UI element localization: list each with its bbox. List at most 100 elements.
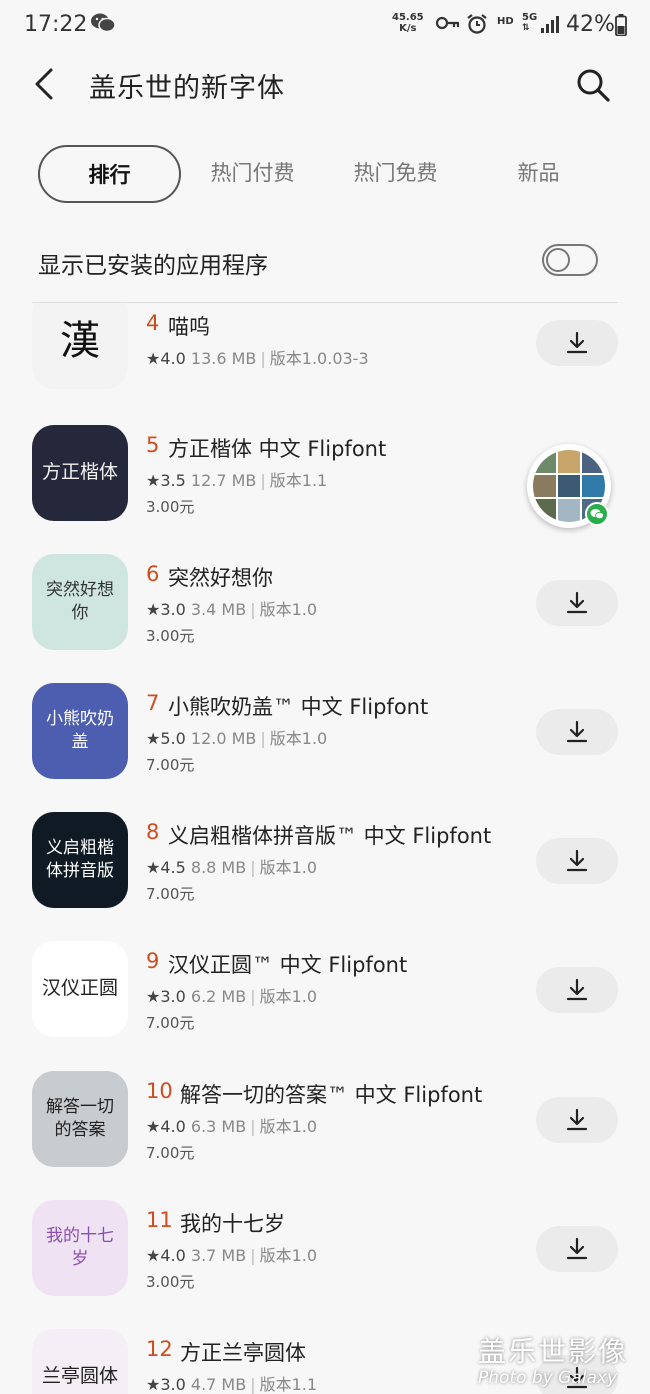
download-button[interactable] [536, 967, 618, 1013]
watermark-title: 盖乐世影像 [478, 1335, 629, 1368]
app-price: 7.00元 [146, 1014, 195, 1032]
tab-top-paid[interactable]: 热门付费 [181, 145, 324, 203]
show-installed-toggle[interactable] [542, 244, 598, 276]
app-rating: 3.5 [160, 471, 186, 490]
app-list-item[interactable]: 漢 4 喵呜 ★4.0 13.6 MB | 版本1.0.03-3 [0, 303, 650, 432]
alarm-icon [467, 14, 487, 34]
app-rank: 10 [146, 1079, 173, 1103]
battery-icon [615, 14, 627, 36]
app-rating: 5.0 [160, 729, 186, 748]
tab-top-free[interactable]: 热门免费 [324, 145, 467, 203]
battery-percent: 42% [566, 12, 615, 37]
app-rank: 9 [146, 949, 160, 973]
app-size: 3.4 MB [190, 600, 247, 619]
download-button[interactable] [536, 1097, 618, 1143]
app-rating: 3.0 [160, 600, 186, 619]
app-icon-lettering: 汉仪正圆 [41, 977, 118, 1000]
app-icon-lettering: 漢 [60, 318, 100, 364]
app-name: 义启粗楷体拼音版™ 中文 Flipfont [168, 824, 492, 848]
app-version: 版本1.0 [269, 729, 328, 748]
download-button[interactable] [536, 580, 618, 626]
app-rank: 11 [146, 1208, 173, 1232]
download-icon [566, 331, 588, 354]
network-type: 5G ⇅ [522, 12, 538, 34]
app-list-item[interactable]: 解答一切的答案 10 解答一切的答案™ 中文 Flipfont ★4.0 6.3 MB… [0, 1069, 650, 1198]
app-version: 版本1.0 [259, 600, 318, 619]
app-size: 4.7 MB [190, 1375, 247, 1394]
download-button[interactable] [536, 1226, 618, 1272]
meta-separator: | [260, 471, 266, 490]
app-size: 8.8 MB [190, 858, 247, 877]
star-icon: ★ [146, 1246, 161, 1265]
back-arrow-icon[interactable] [28, 66, 64, 102]
app-meta: ★4.0 6.3 MB | 版本1.0 [146, 1113, 317, 1137]
app-rank: 6 [146, 562, 160, 586]
tab-ranking[interactable]: 排行 [38, 145, 181, 203]
download-icon [566, 1108, 588, 1131]
key-icon [436, 16, 460, 30]
tab-new[interactable]: 新品 [467, 145, 610, 203]
app-meta: ★4.0 13.6 MB | 版本1.0.03-3 [146, 345, 369, 369]
app-meta: ★4.5 8.8 MB | 版本1.0 [146, 854, 317, 878]
app-icon-lettering: 解答一切的答案 [46, 1097, 114, 1140]
meta-separator: | [250, 1246, 256, 1265]
category-tabs: 排行 热门付费 热门免费 新品 [38, 145, 628, 203]
app-name: 小熊吹奶盖™ 中文 Flipfont [168, 695, 429, 719]
app-price: 7.00元 [146, 756, 195, 774]
app-meta: ★3.0 6.2 MB | 版本1.0 [146, 983, 317, 1007]
app-price: 3.00元 [146, 498, 195, 516]
photo-watermark: 盖乐世影像 Photo by Galaxy [478, 1330, 628, 1388]
star-icon: ★ [146, 600, 161, 619]
app-name: 汉仪正圆™ 中文 Flipfont [168, 953, 408, 977]
network-speed-unit: K/s [399, 23, 417, 34]
download-icon [566, 720, 588, 743]
app-meta: ★3.0 4.7 MB | 版本1.1 [146, 1371, 317, 1394]
app-size: 6.3 MB [190, 1117, 247, 1136]
star-icon: ★ [146, 858, 161, 877]
app-list-item[interactable]: 小熊吹奶盖 7 小熊吹奶盖™ 中文 Flipfont ★5.0 12.0 MB | 版本1… [0, 681, 650, 810]
app-list-item[interactable]: 汉仪正圆 9 汉仪正圆™ 中文 Flipfont ★3.0 6.2 MB | 版本1.0 7… [0, 939, 650, 1068]
show-installed-row: 显示已安装的应用程序 [38, 238, 598, 286]
app-price: 7.00元 [146, 1144, 195, 1162]
hd-indicator: HD [497, 16, 514, 27]
app-icon-lettering: 兰亭圆体 [41, 1365, 118, 1388]
app-list-item[interactable]: 我的十七岁 11 我的十七岁 ★4.0 3.7 MB | 版本1.0 3.00元 [0, 1198, 650, 1327]
download-button[interactable] [536, 709, 618, 755]
download-button[interactable] [536, 838, 618, 884]
app-price: 3.00元 [146, 627, 195, 645]
app-name: 方正兰亭圆体 [180, 1341, 306, 1365]
download-button[interactable] [536, 320, 618, 366]
download-icon [566, 591, 588, 614]
meta-separator: | [250, 1375, 256, 1394]
app-rank: 12 [146, 1337, 173, 1361]
meta-separator: | [250, 987, 256, 1006]
download-icon [566, 849, 588, 872]
wechat-notification-icon [91, 13, 116, 33]
meta-separator: | [250, 858, 256, 877]
meta-separator: | [260, 729, 266, 748]
wechat-badge-icon [585, 502, 609, 526]
show-installed-label: 显示已安装的应用程序 [38, 253, 268, 279]
app-price: 3.00元 [146, 1273, 195, 1291]
meta-separator: | [260, 349, 266, 368]
app-size: 6.2 MB [190, 987, 247, 1006]
app-icon-lettering: 突然好想你 [46, 580, 114, 623]
star-icon: ★ [146, 471, 161, 490]
search-icon[interactable] [574, 66, 612, 104]
app-name: 方正楷体 中文 Flipfont [168, 437, 387, 461]
app-icon: 小熊吹奶盖 [32, 683, 128, 779]
app-version: 版本1.0 [259, 858, 318, 877]
app-icon: 突然好想你 [32, 554, 128, 650]
floating-chat-bubble[interactable] [527, 444, 611, 528]
star-icon: ★ [146, 1117, 161, 1136]
app-list-item[interactable]: 义启粗楷体拼音版 8 义启粗楷体拼音版™ 中文 Flipfont ★4.5 8.8 M… [0, 810, 650, 939]
app-icon: 汉仪正圆 [32, 941, 128, 1037]
app-icon: 我的十七岁 [32, 1200, 128, 1296]
network-type-label: 5G [522, 12, 538, 23]
app-meta: ★4.0 3.7 MB | 版本1.0 [146, 1242, 317, 1266]
app-list-item[interactable]: 突然好想你 6 突然好想你 ★3.0 3.4 MB | 版本1.0 3.00元 [0, 552, 650, 681]
download-icon [566, 978, 588, 1001]
app-rank: 8 [146, 820, 160, 844]
status-time: 17:22 [24, 12, 88, 37]
app-rank: 4 [146, 311, 160, 335]
